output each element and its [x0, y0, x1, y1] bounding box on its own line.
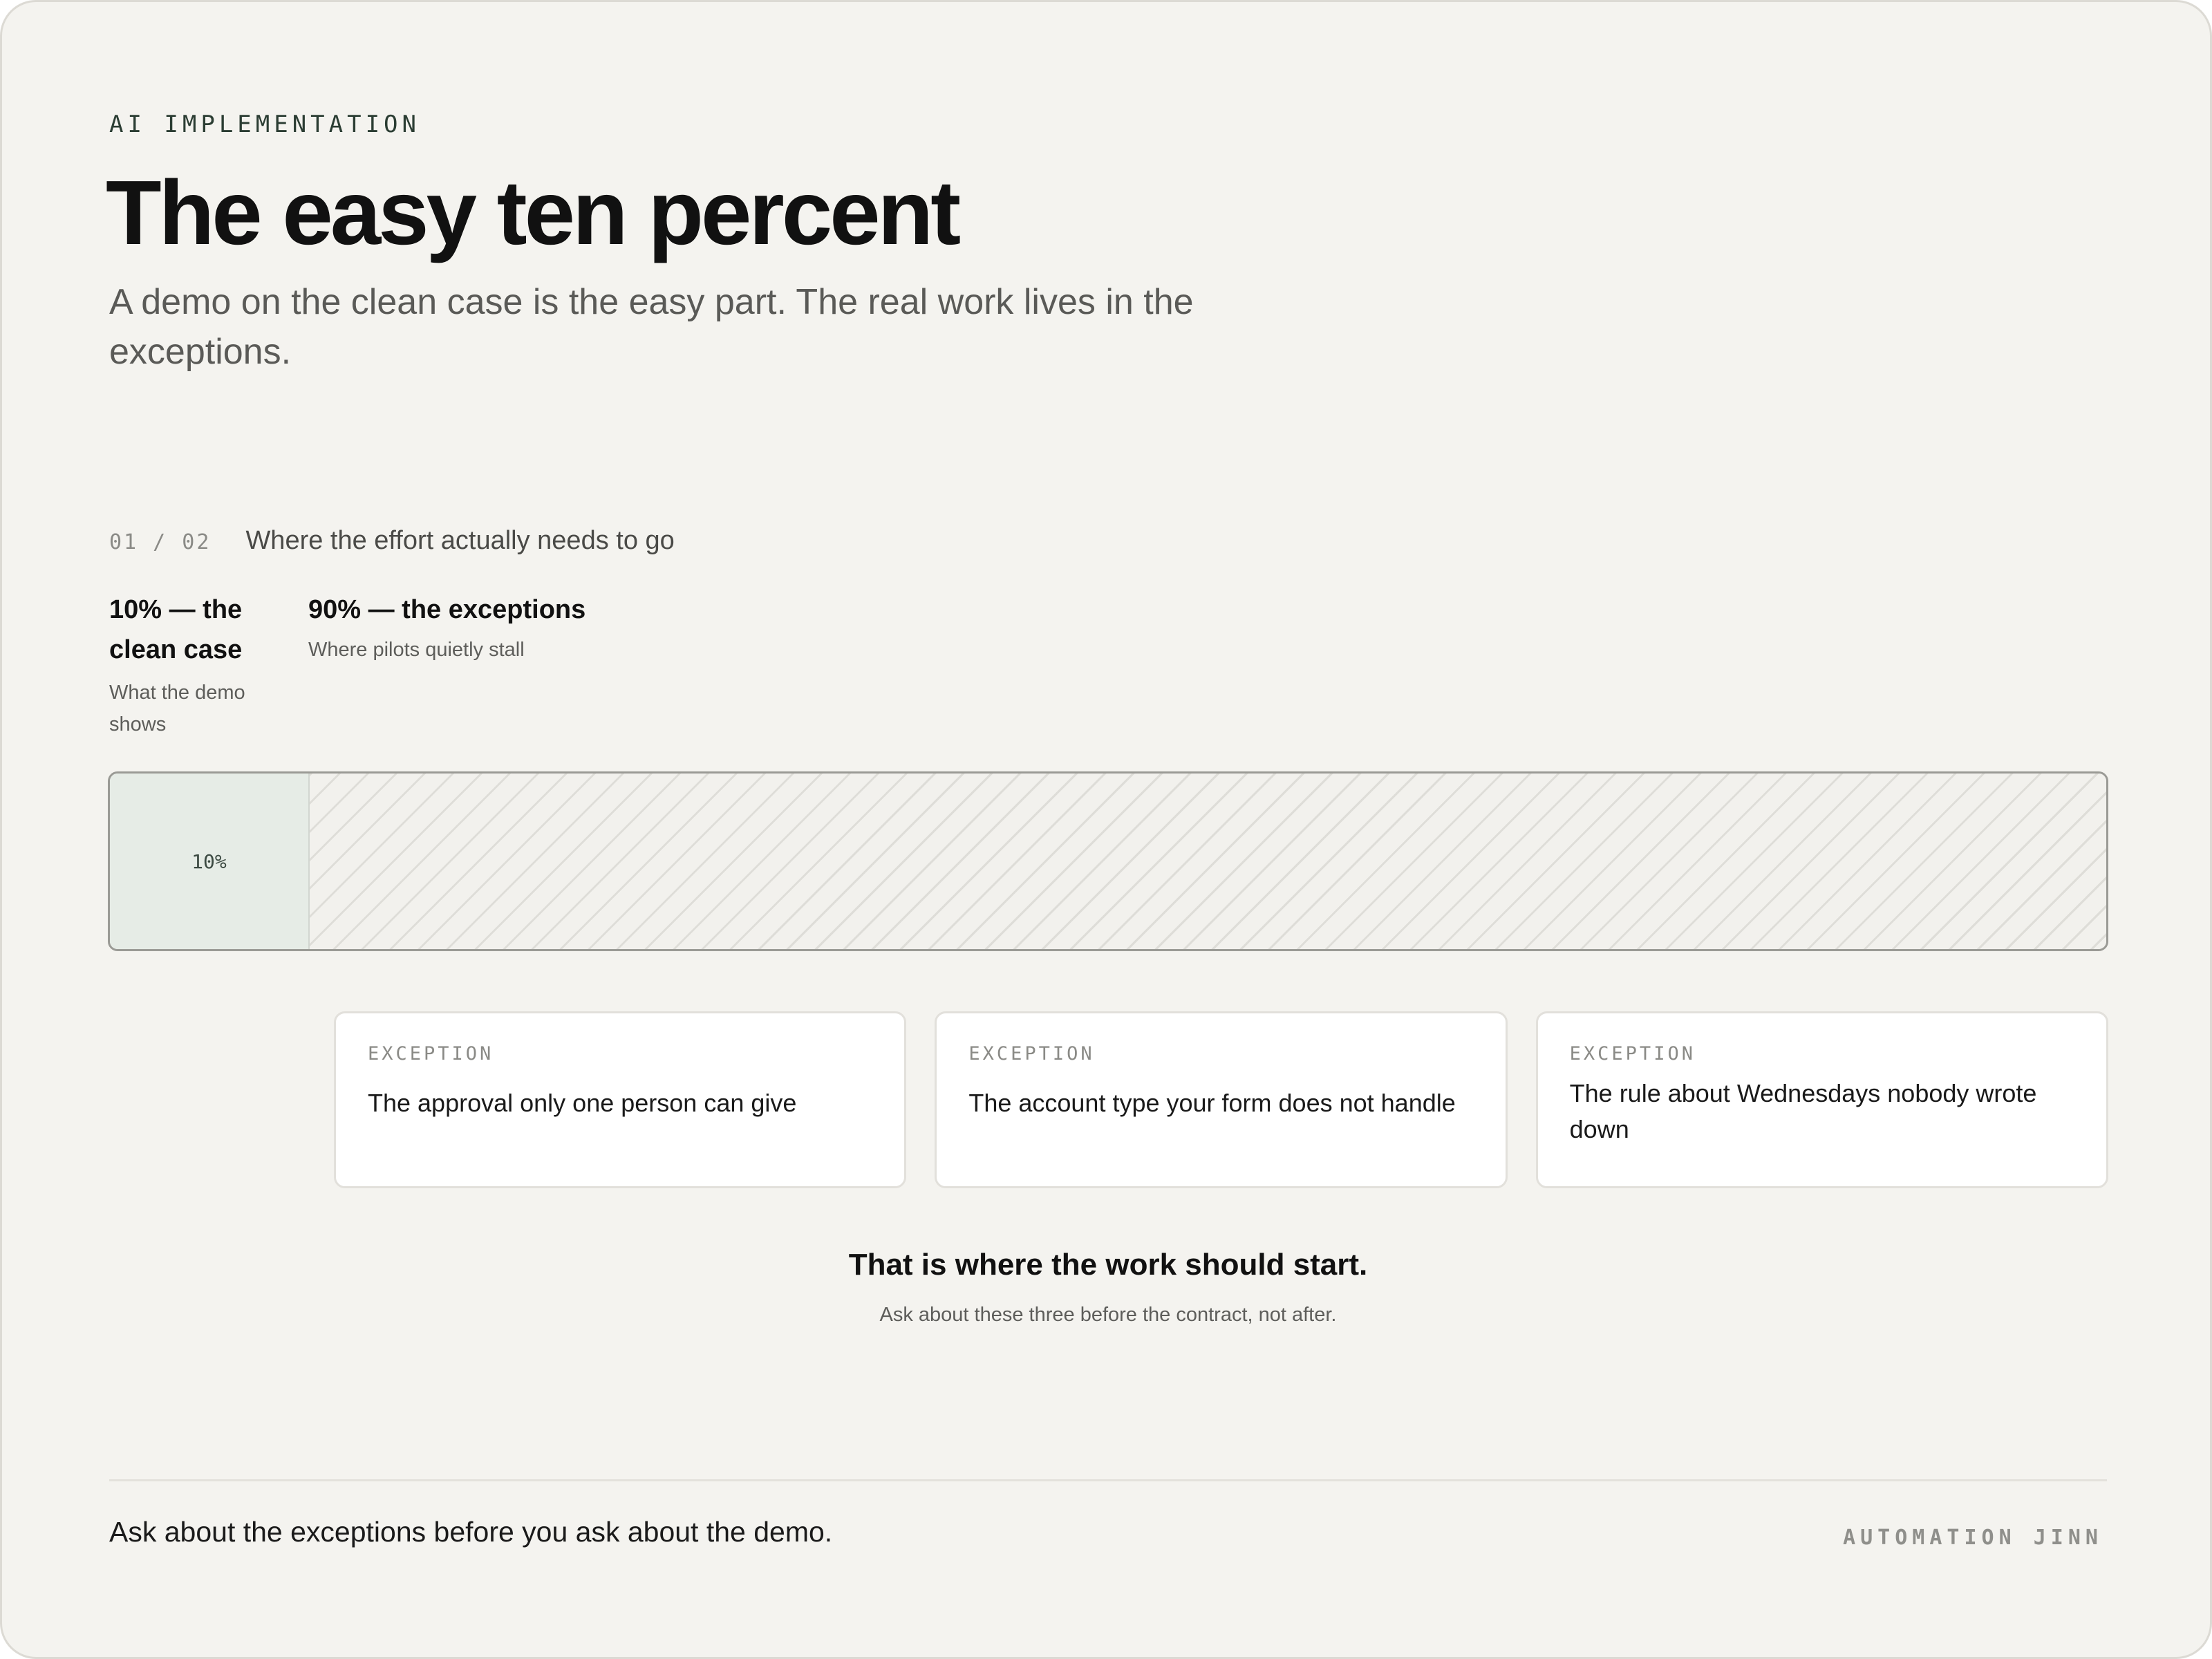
exception-cards: EXCEPTION The approval only one person c…: [334, 1011, 2108, 1188]
bar-segment-label: 10%: [191, 850, 227, 873]
segment-label-exceptions: 90% — the exceptions Where pilots quietl…: [308, 590, 861, 666]
segment-label-clean-case: 10% — the clean case What the demo shows: [109, 590, 282, 740]
card-kicker: EXCEPTION: [968, 1043, 1095, 1065]
card-kicker: EXCEPTION: [1569, 1043, 1696, 1065]
effort-split-bar: 10%: [108, 771, 2108, 951]
step-counter: 01 / 02: [109, 530, 212, 554]
footer-divider: [109, 1479, 2107, 1481]
takeaway-subline: Ask about these three before the contrac…: [879, 1304, 1337, 1326]
card-text: The rule about Wednesdays nobody wrote d…: [1569, 1079, 2037, 1143]
section-title: Where the effort actually needs to go: [245, 526, 675, 555]
exception-card: EXCEPTION The rule about Wednesdays nobo…: [1535, 1011, 2108, 1188]
eyebrow-label: AI IMPLEMENTATION: [109, 111, 420, 138]
segment-title: 90% — the exceptions: [308, 595, 586, 624]
segment-title: 10% — the clean case: [109, 595, 243, 664]
exception-card: EXCEPTION The account type your form doe…: [935, 1011, 1508, 1188]
page-title: The easy ten percent: [106, 162, 961, 263]
bar-segment-exceptions: [309, 774, 2106, 949]
bar-segment-clean-case: 10%: [110, 774, 310, 949]
card-text: The account type your form does not hand…: [968, 1089, 1456, 1117]
segment-subtitle: What the demo shows: [109, 682, 245, 735]
takeaway-headline: That is where the work should start.: [848, 1248, 1368, 1282]
exception-card: EXCEPTION The approval only one person c…: [334, 1011, 907, 1188]
segment-subtitle: Where pilots quietly stall: [308, 639, 525, 661]
card-text: The approval only one person can give: [368, 1089, 797, 1117]
slide-frame: AI IMPLEMENTATION The easy ten percent A…: [0, 0, 2212, 1659]
page-subtitle: A demo on the clean case is the easy par…: [109, 282, 1194, 372]
card-kicker: EXCEPTION: [368, 1043, 494, 1065]
section-header: 01 / 02 Where the effort actually needs …: [109, 526, 675, 556]
footer-note: Ask about the exceptions before you ask …: [109, 1516, 833, 1548]
brand-wordmark: AUTOMATION JINN: [1843, 1526, 2103, 1550]
